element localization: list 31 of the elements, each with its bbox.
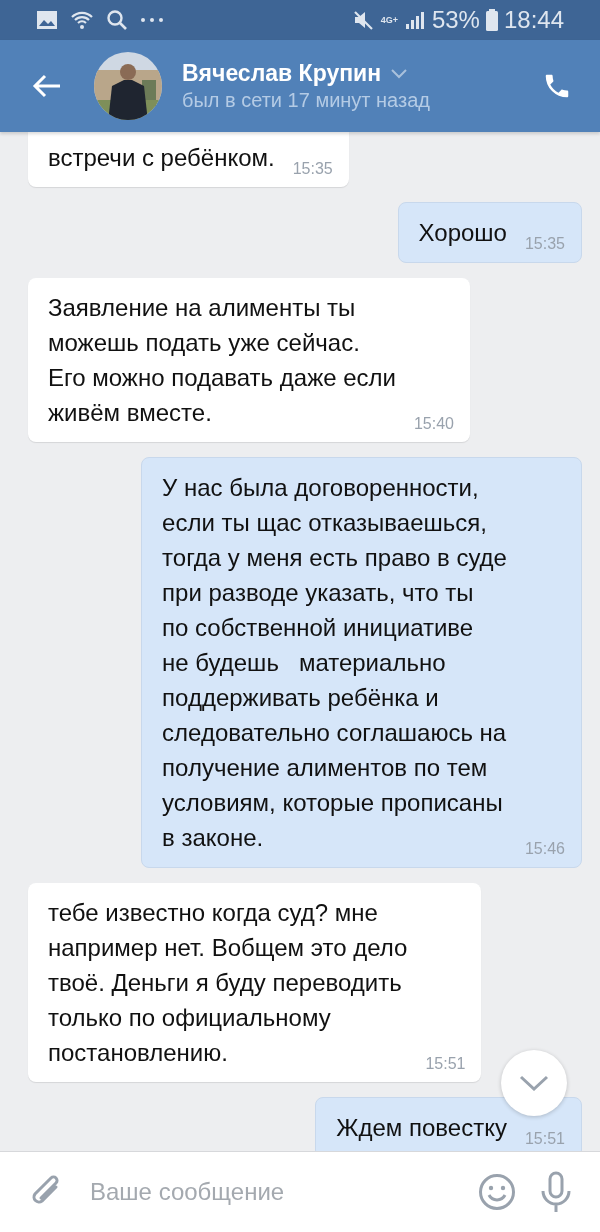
message-text: Ждем повестку	[336, 1113, 507, 1143]
chevron-down-icon	[519, 1075, 549, 1091]
message-text: встречи с ребёнком.	[48, 143, 275, 173]
microphone-icon[interactable]	[540, 1171, 572, 1213]
clock: 18:44	[503, 6, 564, 34]
mute-icon	[352, 10, 375, 30]
chevron-down-icon[interactable]	[391, 68, 408, 79]
gallery-icon	[36, 10, 58, 30]
signal-icon	[403, 10, 426, 30]
message-time: 15:51	[524, 1129, 565, 1149]
contact-name[interactable]: Вячеслав Крупин	[182, 60, 382, 87]
battery-percent: 53%	[431, 6, 480, 34]
message-text: тебе известно когда суд? мне например нет. Вобщем это дело твоё. Деньги я буду переводить только по официальному постановлению.	[48, 898, 408, 1068]
wifi-icon	[70, 10, 94, 30]
more-icon	[140, 17, 164, 23]
message-text: Хорошо	[418, 218, 507, 248]
network-label: 4G+	[380, 15, 398, 25]
search-icon	[106, 9, 128, 31]
message-text: У нас была договоренности, если ты щас отказываешься, тогда у меня есть право в суде при разводе указать, что ты по собственной инициативе не будешь материально поддерживать ребёнка и следовательно соглашаюсь на получение алиментов по тем условиям, которые прописаны в законе.	[162, 473, 507, 853]
battery-icon	[485, 9, 498, 31]
emoji-icon[interactable]	[478, 1173, 516, 1211]
message-time: 15:40	[413, 414, 454, 434]
message-time: 15:35	[524, 234, 565, 254]
message-time: 15:35	[292, 159, 333, 179]
back-icon[interactable]	[32, 74, 62, 98]
scroll-down-button[interactable]	[501, 1050, 567, 1116]
message-input[interactable]: Ваше сообщение	[88, 1177, 454, 1207]
message-time: 15:51	[425, 1054, 466, 1074]
last-seen-status: был в сети 17 минут назад	[182, 89, 431, 112]
message-text: Заявление на алименты ты можешь подать уже сейчас. Его можно подавать даже если живём вместе.	[48, 293, 396, 428]
message-time: 15:46	[524, 839, 565, 859]
